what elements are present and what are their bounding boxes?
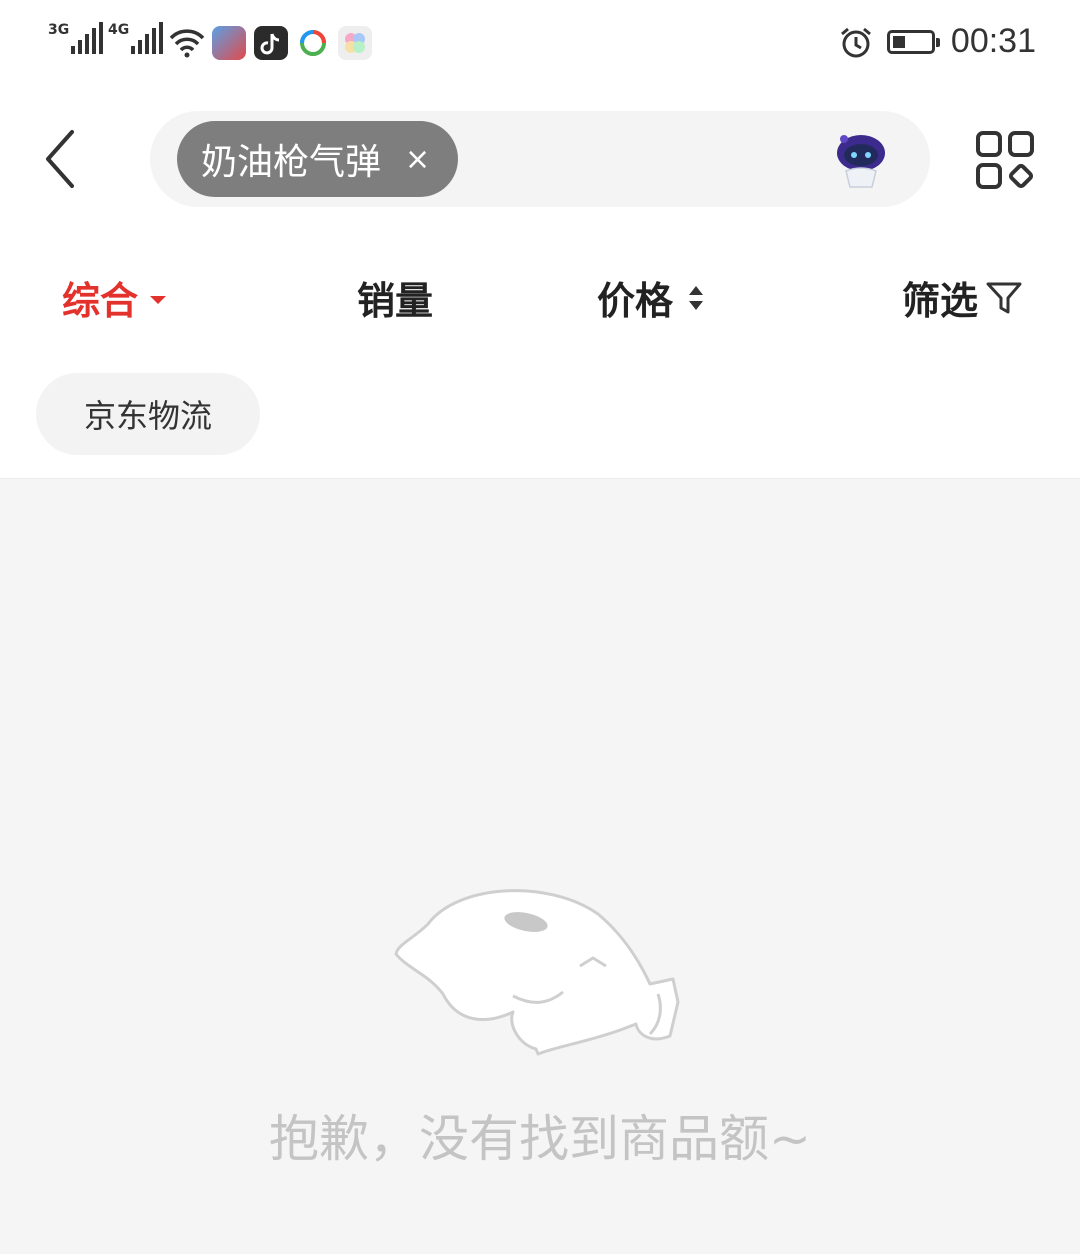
browser-app-icon: [296, 26, 330, 60]
search-keyword-text: 奶油枪气弹: [201, 142, 382, 183]
gallery-app-icon: [338, 26, 372, 60]
search-keyword-chip[interactable]: 奶油枪气弹 ×: [177, 121, 459, 197]
empty-state-message: 抱歉，没有找到商品额~: [269, 1110, 811, 1168]
tab-comprehensive[interactable]: 综合: [62, 270, 167, 325]
signal-3g-icon: 3G: [48, 22, 104, 54]
tab-filter[interactable]: 筛选: [902, 270, 1024, 325]
tab-label: 综合: [62, 279, 139, 323]
filter-funnel-icon: [986, 282, 1022, 313]
alarm-icon: [841, 27, 871, 58]
signal-4g-icon: 4G: [108, 22, 164, 54]
wifi-icon: [169, 29, 205, 58]
layout-toggle-icon[interactable]: [975, 130, 1035, 190]
battery-icon: [887, 30, 940, 54]
tab-label: 筛选: [902, 279, 979, 323]
sort-updown-icon: [689, 285, 704, 310]
back-icon[interactable]: [40, 128, 88, 190]
tab-label: 价格: [597, 279, 674, 323]
jd-logistics-filter-chip[interactable]: 京东物流: [36, 373, 260, 455]
status-bar: 3G 4G 00:31: [0, 0, 1080, 86]
network-type-label: 3G: [48, 22, 70, 38]
jd-robot-assistant-icon[interactable]: [832, 129, 890, 189]
tab-sales[interactable]: 销量: [357, 270, 433, 325]
tiktok-app-icon: [254, 26, 288, 60]
results-area: 抱歉，没有找到商品额~: [0, 478, 1080, 1254]
joy-dog-mascot-icon: [394, 889, 680, 1056]
search-bar[interactable]: 奶油枪气弹 ×: [150, 111, 930, 207]
game-app-icon: [212, 26, 246, 60]
tab-label: 销量: [357, 279, 434, 323]
clock-time: 00:31: [950, 22, 1036, 60]
tab-price[interactable]: 价格: [597, 270, 705, 325]
sort-bar: 综合 销量 价格 筛选: [0, 248, 1080, 338]
close-icon[interactable]: ×: [405, 142, 430, 177]
caret-down-icon: [150, 295, 167, 304]
network-type-label: 4G: [108, 22, 130, 38]
